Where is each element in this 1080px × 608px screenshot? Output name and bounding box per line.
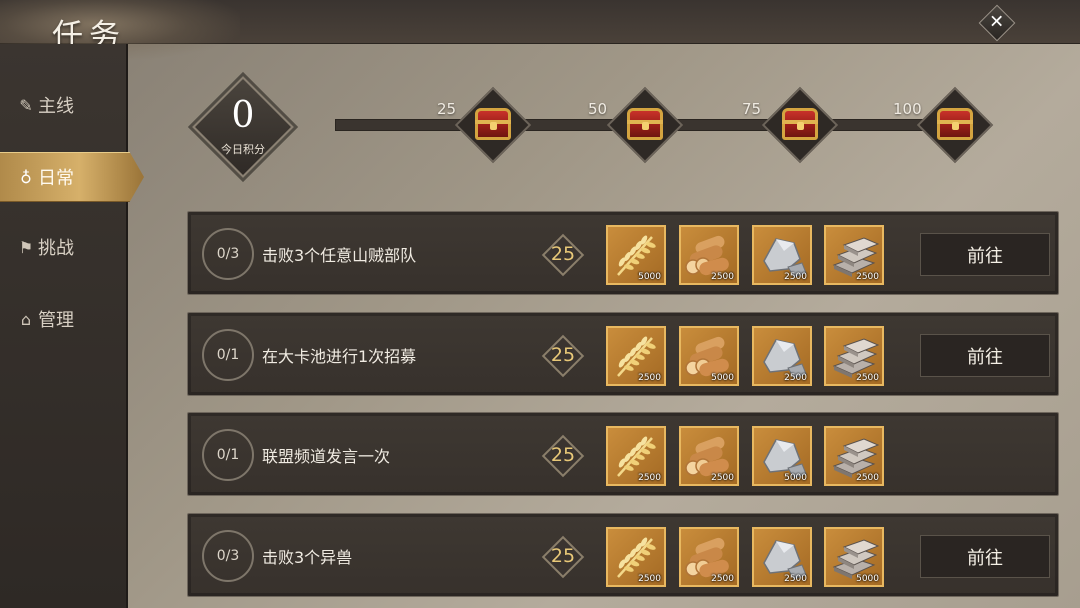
task-progress: 0/1 (202, 329, 254, 381)
reward-amount: 2500 (711, 473, 734, 483)
gourd-icon: ♁ (20, 167, 32, 187)
reward-amount: 2500 (711, 272, 734, 282)
grain-reward-icon[interactable]: 5000 (606, 225, 666, 285)
reward-amount: 2500 (638, 574, 661, 584)
stone-reward-icon[interactable]: 2500 (752, 527, 812, 587)
task-row: 0/3 击败3个异兽 25 2500 2500 2500 5000 前往 (187, 513, 1059, 597)
reward-amount: 2500 (784, 272, 807, 282)
sidebar-item-1[interactable]: ♁ 日常 (0, 152, 144, 202)
wood-reward-icon[interactable]: 2500 (679, 225, 739, 285)
sidebar-item-2[interactable]: ⚑ 挑战 (0, 222, 128, 272)
task-points-value: 25 (550, 444, 576, 466)
reward-amount: 5000 (711, 373, 734, 383)
reward-amount: 2500 (856, 373, 879, 383)
task-points-badge: 25 (541, 434, 585, 478)
go-button[interactable]: 前往 (920, 334, 1050, 377)
milestone-chest-icon[interactable] (761, 86, 839, 164)
daily-score-badge: 0 今日积分 (192, 76, 294, 178)
milestone-points: 100 (893, 100, 922, 118)
grain-reward-icon[interactable]: 2500 (606, 527, 666, 587)
task-points-value: 25 (550, 243, 576, 265)
reward-amount: 2500 (638, 373, 661, 383)
sidebar-item-label: 主线 (38, 96, 74, 117)
task-row: 0/3 击败3个任意山贼部队 25 5000 2500 2500 2500 前往 (187, 211, 1059, 295)
task-description: 击败3个任意山贼部队 (262, 246, 417, 265)
reward-amount: 2500 (784, 574, 807, 584)
sidebar-item-label: 管理 (38, 310, 74, 331)
sidebar-item-label: 挑战 (38, 238, 74, 259)
task-description: 击败3个异兽 (262, 548, 353, 567)
iron-reward-icon[interactable]: 5000 (824, 527, 884, 587)
go-button[interactable]: 前往 (920, 233, 1050, 276)
task-row: 0/1 在大卡池进行1次招募 25 2500 5000 2500 2500 前往 (187, 312, 1059, 396)
iron-reward-icon[interactable]: 2500 (824, 225, 884, 285)
iron-reward-icon[interactable]: 2500 (824, 326, 884, 386)
task-points-value: 25 (550, 545, 576, 567)
go-button[interactable]: 前往 (920, 535, 1050, 578)
close-icon: ✕ (978, 4, 1016, 42)
milestone-points: 25 (437, 100, 457, 118)
wood-reward-icon[interactable]: 2500 (679, 527, 739, 587)
reward-amount: 2500 (711, 574, 734, 584)
task-row: 0/1 联盟频道发言一次 25 2500 2500 5000 2500 (187, 412, 1059, 496)
task-points-badge: 25 (541, 233, 585, 277)
daily-score-label: 今日积分 (221, 143, 265, 156)
task-points-badge: 25 (541, 334, 585, 378)
reward-amount: 2500 (638, 473, 661, 483)
task-progress: 0/3 (202, 530, 254, 582)
task-description: 联盟频道发言一次 (262, 447, 391, 466)
reward-amount: 2500 (856, 473, 879, 483)
daily-score-value: 0 (231, 95, 255, 136)
close-button[interactable]: ✕ (978, 4, 1016, 42)
reward-amount: 2500 (856, 272, 879, 282)
milestone-chest-icon[interactable] (606, 86, 684, 164)
reward-amount: 5000 (784, 473, 807, 483)
sidebar-item-label: 日常 (38, 168, 74, 189)
building-icon: ⌂ (20, 309, 32, 329)
milestone-chest-icon[interactable] (454, 86, 532, 164)
iron-reward-icon[interactable]: 2500 (824, 426, 884, 486)
grain-reward-icon[interactable]: 2500 (606, 426, 666, 486)
milestone-points: 75 (742, 100, 762, 118)
stone-reward-icon[interactable]: 5000 (752, 426, 812, 486)
quill-icon: ✎ (19, 95, 33, 115)
task-progress: 0/3 (202, 228, 254, 280)
task-points-badge: 25 (541, 535, 585, 579)
stone-reward-icon[interactable]: 2500 (752, 326, 812, 386)
stone-reward-icon[interactable]: 2500 (752, 225, 812, 285)
reward-amount: 2500 (784, 373, 807, 383)
sidebar-item-3[interactable]: ⌂ 管理 (0, 294, 128, 344)
reward-amount: 5000 (638, 272, 661, 282)
sidebar-item-0[interactable]: ✎ 主线 (0, 80, 128, 130)
flag-icon: ⚑ (18, 237, 34, 257)
wood-reward-icon[interactable]: 5000 (679, 326, 739, 386)
reward-amount: 5000 (856, 574, 879, 584)
grain-reward-icon[interactable]: 2500 (606, 326, 666, 386)
task-description: 在大卡池进行1次招募 (262, 347, 417, 366)
task-progress: 0/1 (202, 429, 254, 481)
milestone-points: 50 (588, 100, 608, 118)
task-points-value: 25 (550, 344, 576, 366)
wood-reward-icon[interactable]: 2500 (679, 426, 739, 486)
milestone-chest-icon[interactable] (916, 86, 994, 164)
